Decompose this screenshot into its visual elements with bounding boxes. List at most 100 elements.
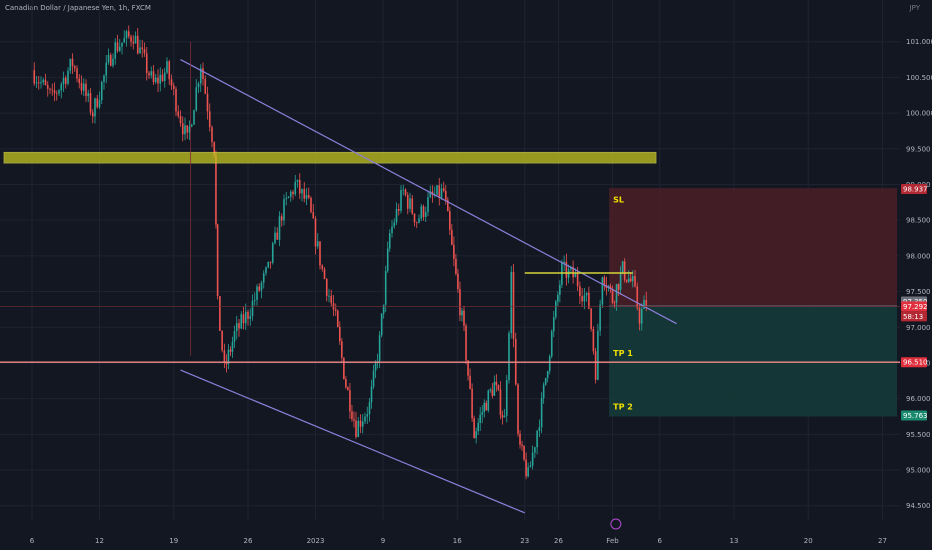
candle-body: [244, 311, 247, 324]
candle-body: [475, 431, 477, 438]
candle-body: [64, 77, 67, 84]
candle-body: [592, 329, 595, 352]
candle-body: [404, 189, 407, 195]
candle-body: [303, 189, 306, 199]
candle-body: [538, 427, 541, 431]
candle-body: [238, 323, 240, 329]
candle-body: [497, 385, 500, 390]
candle-body: [368, 402, 371, 415]
candle-body: [364, 416, 366, 422]
candle-body: [157, 77, 159, 84]
candle-body: [544, 377, 547, 385]
candle-body: [345, 379, 347, 388]
candle-body: [336, 310, 339, 327]
candle-body: [645, 299, 648, 306]
candle-body: [510, 271, 513, 334]
candle-body: [211, 127, 213, 143]
candle-body: [418, 218, 420, 223]
candle-body: [305, 194, 308, 199]
candle-body: [269, 261, 272, 263]
candle-body: [471, 388, 473, 419]
candle-body: [503, 415, 506, 418]
candle-body: [613, 302, 616, 304]
risk-reward-zones: SL TP 1 TP 2: [609, 188, 897, 417]
candle-body: [71, 58, 74, 67]
candle-body: [384, 271, 387, 305]
price-chart[interactable]: SLTP 1TP 2 94.50095.00095.50096.00096.50…: [0, 0, 932, 550]
candle-body: [599, 304, 601, 331]
candle-body: [94, 98, 96, 117]
candle-body: [517, 384, 519, 434]
candle-body: [118, 46, 121, 51]
candle-body: [42, 79, 45, 83]
candle-body: [276, 232, 279, 240]
candle-body: [233, 331, 236, 342]
candle-body: [116, 42, 119, 51]
candle-body: [508, 333, 510, 381]
candle-body: [262, 273, 265, 283]
candle-body: [292, 191, 294, 195]
price-tick: 96.000: [906, 395, 931, 403]
candle-body: [109, 54, 112, 66]
time-tick: 19: [169, 537, 178, 545]
candle-body: [179, 115, 182, 124]
candle-body: [523, 446, 525, 460]
candle-body: [67, 70, 69, 84]
candle-body: [256, 286, 258, 300]
candle-body: [489, 389, 492, 391]
candle-body: [634, 276, 636, 287]
candle-body: [314, 218, 317, 247]
candle-body: [181, 123, 184, 135]
candle-body: [216, 224, 219, 296]
candle-body: [175, 88, 177, 112]
candle-body: [134, 35, 137, 44]
candle-body: [493, 381, 496, 396]
candle-body: [150, 71, 153, 76]
candle-body: [378, 335, 381, 362]
candle-body: [44, 79, 47, 86]
candle-body: [393, 222, 396, 227]
price-tick: 95.000: [906, 467, 931, 475]
candle-body: [89, 93, 92, 113]
candle-body: [395, 208, 398, 223]
candle-body: [105, 62, 108, 76]
candle-body: [619, 272, 622, 290]
candle-body: [242, 314, 245, 324]
candle-body: [461, 310, 463, 316]
candle-body: [627, 278, 630, 282]
candle-body: [436, 185, 438, 195]
time-tick: 6: [30, 537, 35, 545]
candle-body: [316, 241, 319, 247]
candle-body: [323, 268, 326, 279]
candle-body: [473, 418, 475, 438]
candle-body: [53, 90, 56, 94]
candle-body: [594, 351, 597, 380]
candle-body: [51, 89, 54, 91]
candle-body: [402, 189, 405, 191]
price-tick: 101.000: [906, 38, 932, 46]
candle-body: [132, 41, 135, 44]
candle-body: [62, 77, 65, 85]
time-tick: 6: [658, 537, 663, 545]
time-tick: 20: [804, 537, 813, 545]
candle-body: [601, 277, 604, 305]
candle-body: [73, 66, 76, 69]
candle-body: [100, 81, 103, 101]
time-tick: 2023: [307, 537, 325, 545]
candle-body: [341, 341, 343, 358]
candle-body: [555, 301, 557, 318]
candle-body: [35, 82, 38, 84]
candle-body: [552, 317, 555, 332]
candle-body: [355, 420, 357, 437]
zone-label: TP 1: [613, 349, 633, 358]
candle-body: [130, 36, 132, 42]
candle-body: [55, 93, 58, 95]
candle-body: [576, 273, 579, 287]
candle-body: [280, 216, 283, 221]
candle-body: [469, 375, 471, 389]
candle-body: [636, 286, 639, 309]
candle-body: [190, 124, 193, 127]
candle-body: [60, 84, 63, 91]
candle-body: [307, 194, 310, 198]
candle-body: [240, 314, 243, 329]
